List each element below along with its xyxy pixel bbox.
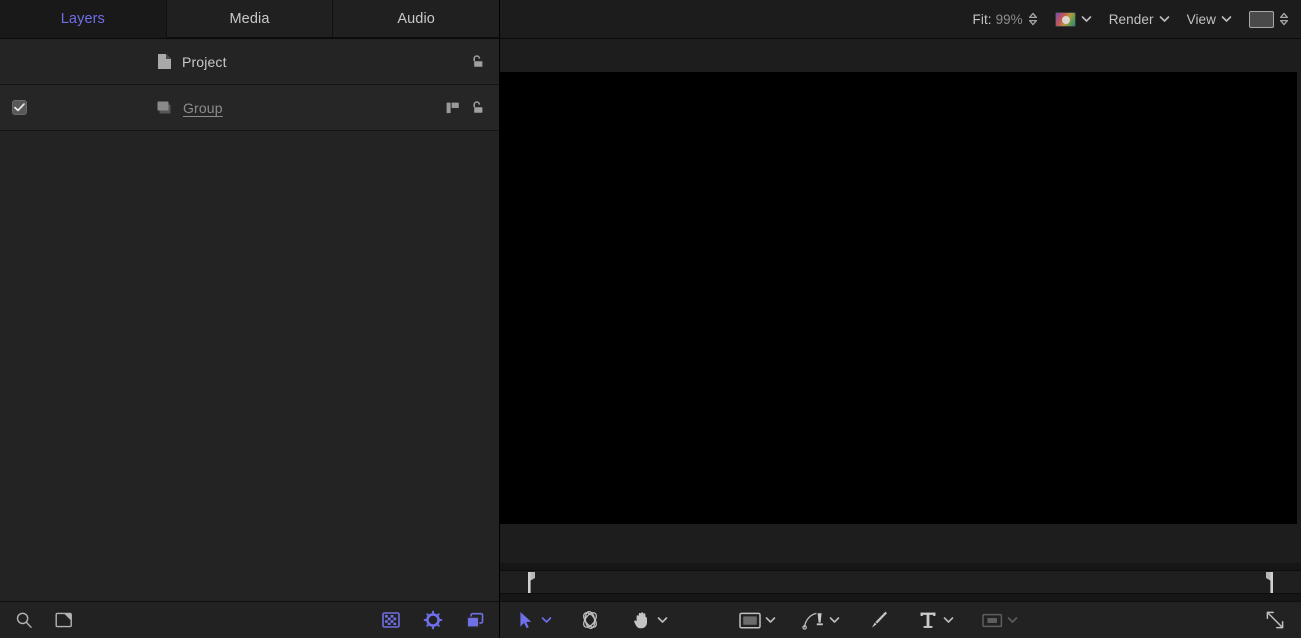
- bezier-tool[interactable]: [802, 609, 840, 631]
- tab-audio-label: Audio: [397, 11, 435, 27]
- chevron-down-icon[interactable]: [1081, 10, 1092, 28]
- fit-zoom-control[interactable]: Fit: 99%: [973, 11, 1038, 27]
- expand-tool[interactable]: [1263, 609, 1287, 631]
- in-point-marker[interactable]: [526, 572, 537, 593]
- pan-tool[interactable]: [630, 609, 668, 631]
- paint-tool[interactable]: [866, 609, 890, 631]
- chevron-down-icon[interactable]: [541, 611, 552, 629]
- chevron-updown-icon[interactable]: [1028, 11, 1038, 27]
- layers-bottom-left-group: [14, 610, 74, 630]
- layer-row-project[interactable]: Project: [0, 39, 499, 85]
- group-row-content: Group: [38, 99, 444, 117]
- canvas-panel: Fit: 99% R: [500, 0, 1301, 638]
- chevron-down-icon[interactable]: [657, 611, 668, 629]
- render-label: Render: [1109, 12, 1154, 27]
- color-swatch-control[interactable]: [1055, 10, 1092, 28]
- select-tool[interactable]: [514, 609, 552, 631]
- new-group-icon[interactable]: [54, 610, 74, 630]
- display-rect-icon[interactable]: [1249, 11, 1274, 28]
- behaviors-icon[interactable]: [423, 610, 443, 630]
- motion-app-window: Layers Media Audio: [0, 0, 1301, 638]
- hand-icon: [630, 609, 654, 631]
- orbit-icon: [578, 609, 602, 631]
- chevron-down-icon[interactable]: [1221, 10, 1232, 28]
- project-row-controls: [468, 53, 499, 70]
- filters-icon[interactable]: [465, 610, 485, 630]
- canvas-tool-bar: [500, 601, 1301, 638]
- text-tool[interactable]: [916, 609, 954, 631]
- layers-panel: Layers Media Audio: [0, 0, 500, 638]
- mask-icon[interactable]: [444, 99, 461, 116]
- chevron-down-icon[interactable]: [765, 611, 776, 629]
- layers-panel-bottom-bar: [0, 601, 499, 638]
- fit-value: 99%: [996, 12, 1023, 27]
- chevron-down-icon[interactable]: [943, 611, 954, 629]
- canvas-render-area[interactable]: [500, 72, 1297, 524]
- checkerboard-icon[interactable]: [381, 610, 401, 630]
- view-menu[interactable]: View: [1187, 10, 1232, 28]
- tab-layers-label: Layers: [61, 11, 105, 27]
- tab-layers[interactable]: Layers: [0, 0, 167, 38]
- unlock-icon[interactable]: [468, 99, 485, 116]
- fit-label: Fit:: [973, 12, 992, 27]
- tab-media-label: Media: [230, 11, 270, 27]
- chevron-down-icon[interactable]: [1159, 10, 1170, 28]
- layers-list[interactable]: Project: [0, 39, 499, 601]
- group-enable-checkbox[interactable]: [12, 100, 27, 115]
- text-t-icon: [916, 609, 940, 631]
- expand-arrows-icon: [1263, 609, 1287, 631]
- mask-rect-icon: [980, 609, 1004, 631]
- unlock-icon[interactable]: [468, 53, 485, 70]
- tab-media[interactable]: Media: [167, 0, 334, 38]
- document-icon: [155, 53, 173, 71]
- 3d-transform-tool[interactable]: [578, 609, 602, 631]
- shape-tool[interactable]: [738, 609, 776, 631]
- chevron-updown-icon[interactable]: [1279, 11, 1289, 27]
- mini-timeline[interactable]: [500, 563, 1301, 601]
- arrow-cursor-icon: [514, 609, 538, 631]
- canvas-viewport[interactable]: [500, 39, 1301, 563]
- project-row-content: Project: [38, 53, 468, 71]
- pen-icon: [802, 609, 826, 631]
- group-enable-checkbox-slot: [0, 100, 38, 115]
- mask-tool[interactable]: [980, 609, 1018, 631]
- chevron-down-icon[interactable]: [829, 611, 840, 629]
- canvas-toolbar: Fit: 99% R: [500, 0, 1301, 39]
- brush-icon: [866, 609, 890, 631]
- gradient-swatch-icon[interactable]: [1055, 12, 1076, 27]
- layer-row-group[interactable]: Group: [0, 85, 499, 131]
- layers-bottom-right-group: [381, 610, 485, 630]
- out-point-marker[interactable]: [1264, 572, 1275, 593]
- chevron-down-icon[interactable]: [1007, 611, 1018, 629]
- panel-tab-bar: Layers Media Audio: [0, 0, 499, 39]
- rectangle-icon: [738, 609, 762, 631]
- search-icon[interactable]: [14, 610, 34, 630]
- group-icon: [156, 99, 174, 117]
- view-label: View: [1187, 12, 1216, 27]
- tab-audio[interactable]: Audio: [333, 0, 499, 38]
- layer-name-project[interactable]: Project: [182, 54, 227, 70]
- group-row-controls: [444, 99, 499, 116]
- render-menu[interactable]: Render: [1109, 10, 1170, 28]
- display-layout-control[interactable]: [1249, 11, 1289, 28]
- layer-name-group[interactable]: Group: [183, 100, 223, 116]
- mini-timeline-track[interactable]: [500, 570, 1301, 594]
